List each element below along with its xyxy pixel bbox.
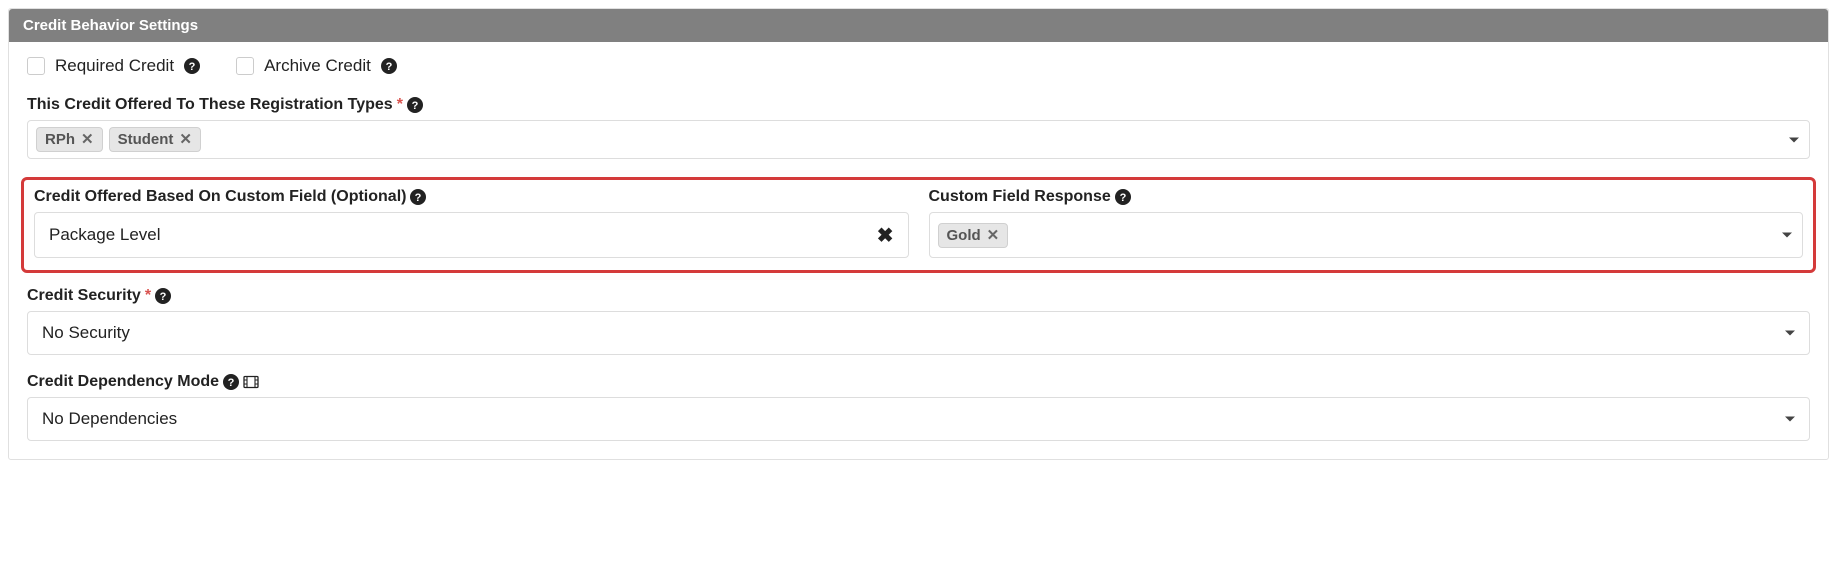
panel-body: Required Credit ? Archive Credit ? This … <box>9 42 1828 459</box>
help-icon[interactable]: ? <box>407 97 423 113</box>
dropdown-arrow-icon[interactable] <box>1785 331 1795 336</box>
credit-security-value: No Security <box>42 323 130 343</box>
svg-text:?: ? <box>412 100 419 112</box>
credit-dependency-label: Credit Dependency Mode <box>27 373 219 391</box>
custom-field-label: Credit Offered Based On Custom Field (Op… <box>34 188 406 206</box>
dropdown-arrow-icon[interactable] <box>1782 233 1792 238</box>
registration-types-label-row: This Credit Offered To These Registratio… <box>27 96 1810 114</box>
svg-text:?: ? <box>228 377 235 389</box>
custom-field-label-row: Credit Offered Based On Custom Field (Op… <box>34 188 909 206</box>
archive-credit-wrap: Archive Credit ? <box>236 56 397 76</box>
credit-dependency-field: Credit Dependency Mode ? No Dependencies <box>27 373 1810 441</box>
svg-text:?: ? <box>189 61 196 73</box>
archive-credit-checkbox[interactable] <box>236 57 254 75</box>
credit-security-field: Credit Security* ? No Security <box>27 287 1810 355</box>
svg-text:?: ? <box>1119 192 1126 204</box>
help-icon[interactable]: ? <box>410 189 426 205</box>
custom-response-col: Custom Field Response ? Gold ✕ <box>929 188 1804 258</box>
svg-text:?: ? <box>385 61 392 73</box>
tag-label: Gold <box>947 227 981 244</box>
credit-security-select[interactable]: No Security <box>27 311 1810 355</box>
highlighted-custom-field-group: Credit Offered Based On Custom Field (Op… <box>21 177 1816 273</box>
tag-label: RPh <box>45 131 75 148</box>
dropdown-arrow-icon[interactable] <box>1789 137 1799 142</box>
credit-custom-field-col: Credit Offered Based On Custom Field (Op… <box>34 188 909 258</box>
tag-rph: RPh ✕ <box>36 127 103 152</box>
required-asterisk: * <box>145 287 151 305</box>
required-credit-checkbox[interactable] <box>27 57 45 75</box>
credit-security-label: Credit Security <box>27 287 141 305</box>
required-asterisk: * <box>397 96 403 114</box>
credit-security-label-row: Credit Security* ? <box>27 287 1810 305</box>
panel-header: Credit Behavior Settings <box>9 9 1828 42</box>
tag-remove-icon[interactable]: ✕ <box>81 132 94 147</box>
registration-types-multiselect[interactable]: RPh ✕ Student ✕ <box>27 120 1810 159</box>
registration-types-field: This Credit Offered To These Registratio… <box>27 96 1810 159</box>
credit-dependency-label-row: Credit Dependency Mode ? <box>27 373 1810 391</box>
dropdown-arrow-icon[interactable] <box>1785 417 1795 422</box>
help-icon[interactable]: ? <box>223 374 239 390</box>
help-icon[interactable]: ? <box>1115 189 1131 205</box>
svg-text:?: ? <box>160 291 167 303</box>
required-credit-label: Required Credit <box>55 56 174 76</box>
tag-remove-icon[interactable]: ✕ <box>987 228 1000 243</box>
required-credit-wrap: Required Credit ? <box>27 56 200 76</box>
help-icon[interactable]: ? <box>155 288 171 304</box>
custom-field-input[interactable] <box>35 215 863 255</box>
tag-student: Student ✕ <box>109 127 201 152</box>
clear-icon[interactable]: ✖ <box>863 223 908 248</box>
credit-dependency-value: No Dependencies <box>42 409 177 429</box>
credit-dependency-select[interactable]: No Dependencies <box>27 397 1810 441</box>
tag-label: Student <box>118 131 174 148</box>
help-icon[interactable]: ? <box>184 58 200 74</box>
registration-types-label: This Credit Offered To These Registratio… <box>27 96 393 114</box>
custom-field-combo[interactable]: ✖ <box>34 212 909 258</box>
help-icon[interactable]: ? <box>381 58 397 74</box>
video-icon[interactable] <box>243 374 259 390</box>
custom-response-label-row: Custom Field Response ? <box>929 188 1804 206</box>
credit-behavior-panel: Credit Behavior Settings Required Credit… <box>8 8 1829 460</box>
tag-remove-icon[interactable]: ✕ <box>179 132 192 147</box>
tag-gold: Gold ✕ <box>938 223 1009 248</box>
checkbox-row: Required Credit ? Archive Credit ? <box>27 56 1810 76</box>
custom-response-label: Custom Field Response <box>929 188 1111 206</box>
custom-response-multiselect[interactable]: Gold ✕ <box>929 212 1804 258</box>
panel-title: Credit Behavior Settings <box>23 17 198 34</box>
svg-text:?: ? <box>415 192 422 204</box>
archive-credit-label: Archive Credit <box>264 56 371 76</box>
